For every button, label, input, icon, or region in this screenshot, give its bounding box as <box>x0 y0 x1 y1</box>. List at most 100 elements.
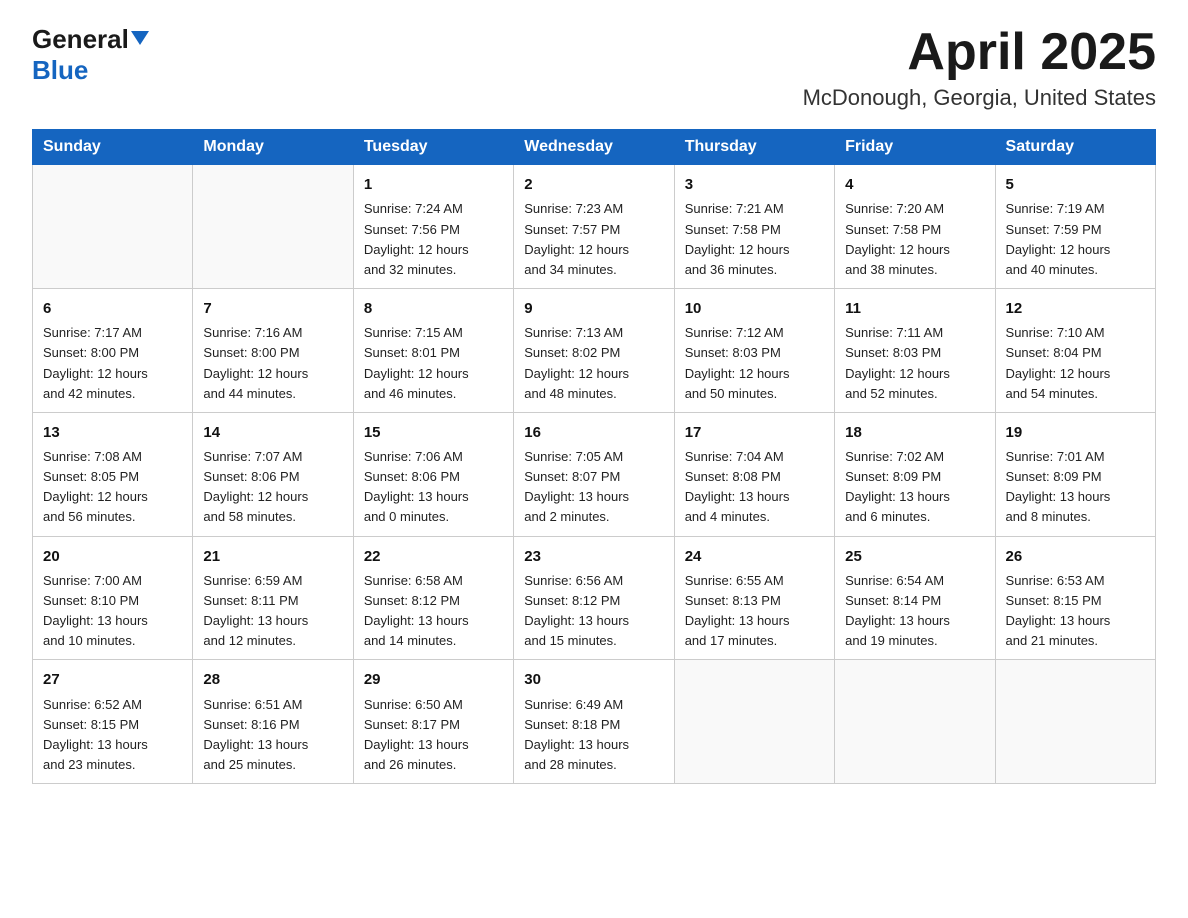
day-number: 15 <box>364 421 503 444</box>
day-info: Sunrise: 7:00 AM Sunset: 8:10 PM Dayligh… <box>43 571 182 652</box>
day-info: Sunrise: 6:52 AM Sunset: 8:15 PM Dayligh… <box>43 695 182 776</box>
day-info: Sunrise: 7:19 AM Sunset: 7:59 PM Dayligh… <box>1006 199 1145 280</box>
day-number: 11 <box>845 297 984 320</box>
calendar-cell: 4 Sunrise: 7:20 AM Sunset: 7:58 PM Daylig… <box>835 165 995 289</box>
day-number: 24 <box>685 545 824 568</box>
day-info: Sunrise: 7:01 AM Sunset: 8:09 PM Dayligh… <box>1006 447 1145 528</box>
calendar-week-2: 6 Sunrise: 7:17 AM Sunset: 8:00 PM Daylig… <box>33 289 1156 413</box>
day-number: 10 <box>685 297 824 320</box>
calendar-week-5: 27 Sunrise: 6:52 AM Sunset: 8:15 PM Dayli… <box>33 660 1156 784</box>
day-number: 30 <box>524 668 663 691</box>
day-number: 20 <box>43 545 182 568</box>
column-header-monday: Monday <box>193 130 353 165</box>
day-number: 14 <box>203 421 342 444</box>
calendar-cell: 19 Sunrise: 7:01 AM Sunset: 8:09 PM Dayli… <box>995 412 1155 536</box>
calendar-cell: 13Sunrise: 7:08 AM Sunset: 8:05 PM Dayli… <box>33 412 193 536</box>
calendar-cell <box>33 165 193 289</box>
column-header-thursday: Thursday <box>674 130 834 165</box>
calendar-cell: 29 Sunrise: 6:50 AM Sunset: 8:17 PM Dayli… <box>353 660 513 784</box>
day-number: 1 <box>364 173 503 196</box>
day-number: 5 <box>1006 173 1145 196</box>
column-header-wednesday: Wednesday <box>514 130 674 165</box>
calendar-body: 1 Sunrise: 7:24 AM Sunset: 7:56 PM Daylig… <box>33 165 1156 784</box>
column-header-sunday: Sunday <box>33 130 193 165</box>
day-info: Sunrise: 7:16 AM Sunset: 8:00 PM Dayligh… <box>203 323 342 404</box>
day-number: 16 <box>524 421 663 444</box>
day-info: Sunrise: 6:55 AM Sunset: 8:13 PM Dayligh… <box>685 571 824 652</box>
day-info: Sunrise: 7:11 AM Sunset: 8:03 PM Dayligh… <box>845 323 984 404</box>
day-info: Sunrise: 7:13 AM Sunset: 8:02 PM Dayligh… <box>524 323 663 404</box>
day-info: Sunrise: 7:24 AM Sunset: 7:56 PM Dayligh… <box>364 199 503 280</box>
logo-general-text: General <box>32 24 129 55</box>
calendar-cell: 9 Sunrise: 7:13 AM Sunset: 8:02 PM Daylig… <box>514 289 674 413</box>
day-info: Sunrise: 7:10 AM Sunset: 8:04 PM Dayligh… <box>1006 323 1145 404</box>
day-number: 21 <box>203 545 342 568</box>
day-number: 7 <box>203 297 342 320</box>
day-number: 3 <box>685 173 824 196</box>
day-number: 9 <box>524 297 663 320</box>
calendar-cell: 1 Sunrise: 7:24 AM Sunset: 7:56 PM Daylig… <box>353 165 513 289</box>
calendar-table: SundayMondayTuesdayWednesdayThursdayFrid… <box>32 129 1156 784</box>
calendar-week-1: 1 Sunrise: 7:24 AM Sunset: 7:56 PM Daylig… <box>33 165 1156 289</box>
calendar-cell: 15 Sunrise: 7:06 AM Sunset: 8:06 PM Dayli… <box>353 412 513 536</box>
day-info: Sunrise: 6:51 AM Sunset: 8:16 PM Dayligh… <box>203 695 342 776</box>
day-number: 25 <box>845 545 984 568</box>
calendar-cell: 7 Sunrise: 7:16 AM Sunset: 8:00 PM Daylig… <box>193 289 353 413</box>
day-number: 12 <box>1006 297 1145 320</box>
logo: General Blue <box>32 24 149 86</box>
day-info: Sunrise: 7:06 AM Sunset: 8:06 PM Dayligh… <box>364 447 503 528</box>
page-header: General Blue April 2025 McDonough, Georg… <box>32 24 1156 111</box>
day-info: Sunrise: 6:56 AM Sunset: 8:12 PM Dayligh… <box>524 571 663 652</box>
calendar-cell <box>674 660 834 784</box>
calendar-header: SundayMondayTuesdayWednesdayThursdayFrid… <box>33 130 1156 165</box>
day-info: Sunrise: 7:20 AM Sunset: 7:58 PM Dayligh… <box>845 199 984 280</box>
day-info: Sunrise: 7:23 AM Sunset: 7:57 PM Dayligh… <box>524 199 663 280</box>
day-info: Sunrise: 7:21 AM Sunset: 7:58 PM Dayligh… <box>685 199 824 280</box>
day-number: 29 <box>364 668 503 691</box>
day-info: Sunrise: 7:08 AM Sunset: 8:05 PM Dayligh… <box>43 447 182 528</box>
calendar-cell <box>835 660 995 784</box>
calendar-cell: 21 Sunrise: 6:59 AM Sunset: 8:11 PM Dayli… <box>193 536 353 660</box>
calendar-cell: 18 Sunrise: 7:02 AM Sunset: 8:09 PM Dayli… <box>835 412 995 536</box>
calendar-week-4: 20 Sunrise: 7:00 AM Sunset: 8:10 PM Dayli… <box>33 536 1156 660</box>
calendar-cell: 6 Sunrise: 7:17 AM Sunset: 8:00 PM Daylig… <box>33 289 193 413</box>
calendar-cell: 12 Sunrise: 7:10 AM Sunset: 8:04 PM Dayli… <box>995 289 1155 413</box>
column-header-friday: Friday <box>835 130 995 165</box>
day-info: Sunrise: 7:07 AM Sunset: 8:06 PM Dayligh… <box>203 447 342 528</box>
calendar-cell: 20 Sunrise: 7:00 AM Sunset: 8:10 PM Dayli… <box>33 536 193 660</box>
calendar-cell: 17Sunrise: 7:04 AM Sunset: 8:08 PM Dayli… <box>674 412 834 536</box>
location-title: McDonough, Georgia, United States <box>803 85 1156 111</box>
day-number: 17 <box>685 421 824 444</box>
calendar-cell: 26Sunrise: 6:53 AM Sunset: 8:15 PM Dayli… <box>995 536 1155 660</box>
day-info: Sunrise: 6:54 AM Sunset: 8:14 PM Dayligh… <box>845 571 984 652</box>
calendar-cell: 3 Sunrise: 7:21 AM Sunset: 7:58 PM Daylig… <box>674 165 834 289</box>
calendar-week-3: 13Sunrise: 7:08 AM Sunset: 8:05 PM Dayli… <box>33 412 1156 536</box>
calendar-cell: 11 Sunrise: 7:11 AM Sunset: 8:03 PM Dayli… <box>835 289 995 413</box>
day-number: 2 <box>524 173 663 196</box>
day-number: 8 <box>364 297 503 320</box>
logo-blue-text: Blue <box>32 55 88 86</box>
calendar-cell: 16 Sunrise: 7:05 AM Sunset: 8:07 PM Dayli… <box>514 412 674 536</box>
day-number: 18 <box>845 421 984 444</box>
day-info: Sunrise: 6:50 AM Sunset: 8:17 PM Dayligh… <box>364 695 503 776</box>
day-info: Sunrise: 7:05 AM Sunset: 8:07 PM Dayligh… <box>524 447 663 528</box>
calendar-cell <box>995 660 1155 784</box>
calendar-cell <box>193 165 353 289</box>
day-number: 4 <box>845 173 984 196</box>
day-number: 26 <box>1006 545 1145 568</box>
calendar-cell: 24 Sunrise: 6:55 AM Sunset: 8:13 PM Dayli… <box>674 536 834 660</box>
day-info: Sunrise: 7:02 AM Sunset: 8:09 PM Dayligh… <box>845 447 984 528</box>
day-info: Sunrise: 7:17 AM Sunset: 8:00 PM Dayligh… <box>43 323 182 404</box>
day-info: Sunrise: 6:59 AM Sunset: 8:11 PM Dayligh… <box>203 571 342 652</box>
month-title: April 2025 <box>803 24 1156 81</box>
day-number: 19 <box>1006 421 1145 444</box>
calendar-cell: 28Sunrise: 6:51 AM Sunset: 8:16 PM Dayli… <box>193 660 353 784</box>
calendar-cell: 30Sunrise: 6:49 AM Sunset: 8:18 PM Dayli… <box>514 660 674 784</box>
calendar-cell: 25 Sunrise: 6:54 AM Sunset: 8:14 PM Dayli… <box>835 536 995 660</box>
day-number: 6 <box>43 297 182 320</box>
calendar-cell: 10Sunrise: 7:12 AM Sunset: 8:03 PM Dayli… <box>674 289 834 413</box>
day-number: 22 <box>364 545 503 568</box>
calendar-cell: 2 Sunrise: 7:23 AM Sunset: 7:57 PM Daylig… <box>514 165 674 289</box>
header-row: SundayMondayTuesdayWednesdayThursdayFrid… <box>33 130 1156 165</box>
day-number: 27 <box>43 668 182 691</box>
